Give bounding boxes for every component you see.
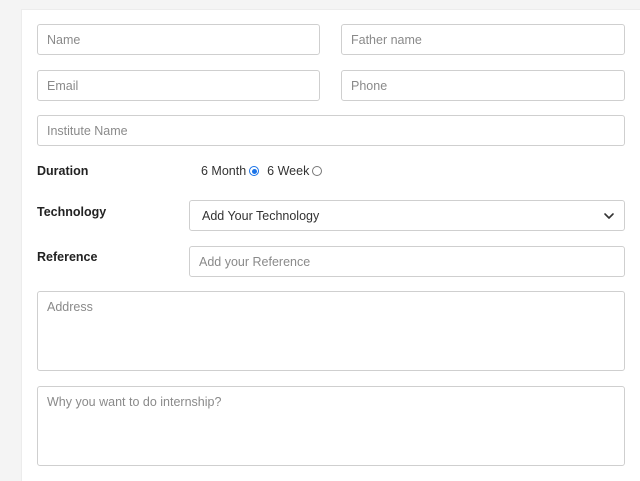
reference-placeholder: Add your Reference xyxy=(199,254,311,269)
duration-option-label: 6 Month xyxy=(201,164,247,178)
radio-unselected-icon[interactable] xyxy=(312,166,323,176)
reference-input[interactable]: Add your Reference xyxy=(189,246,625,277)
address-textarea[interactable]: Address xyxy=(37,291,625,371)
reference-label: Reference xyxy=(37,250,98,264)
email-placeholder: Email xyxy=(47,78,79,93)
email-input[interactable]: Email xyxy=(37,70,320,101)
internship-reason-textarea[interactable]: Why you want to do internship? xyxy=(37,386,625,466)
duration-option-6-month[interactable]: 6 Month xyxy=(201,164,260,178)
chevron-down-icon xyxy=(602,209,616,223)
name-placeholder: Name xyxy=(47,32,81,47)
technology-selected-value: Add Your Technology xyxy=(202,208,320,223)
technology-select[interactable]: Add Your Technology xyxy=(189,200,625,231)
name-input[interactable]: Name xyxy=(37,24,320,55)
father-name-input[interactable]: Father name xyxy=(341,24,625,55)
duration-option-label: 6 Week xyxy=(267,164,310,178)
father-name-placeholder: Father name xyxy=(351,32,422,47)
radio-selected-icon[interactable] xyxy=(249,166,260,176)
phone-placeholder: Phone xyxy=(351,78,388,93)
duration-radio-group: 6 Month 6 Week xyxy=(201,162,323,180)
technology-label: Technology xyxy=(37,205,107,219)
duration-option-6-week[interactable]: 6 Week xyxy=(267,164,323,178)
duration-label: Duration xyxy=(37,164,89,178)
phone-input[interactable]: Phone xyxy=(341,70,625,101)
institute-name-placeholder: Institute Name xyxy=(47,123,128,138)
internship-reason-placeholder: Why you want to do internship? xyxy=(47,395,222,409)
institute-name-input[interactable]: Institute Name xyxy=(37,115,625,146)
address-placeholder: Address xyxy=(47,300,93,314)
